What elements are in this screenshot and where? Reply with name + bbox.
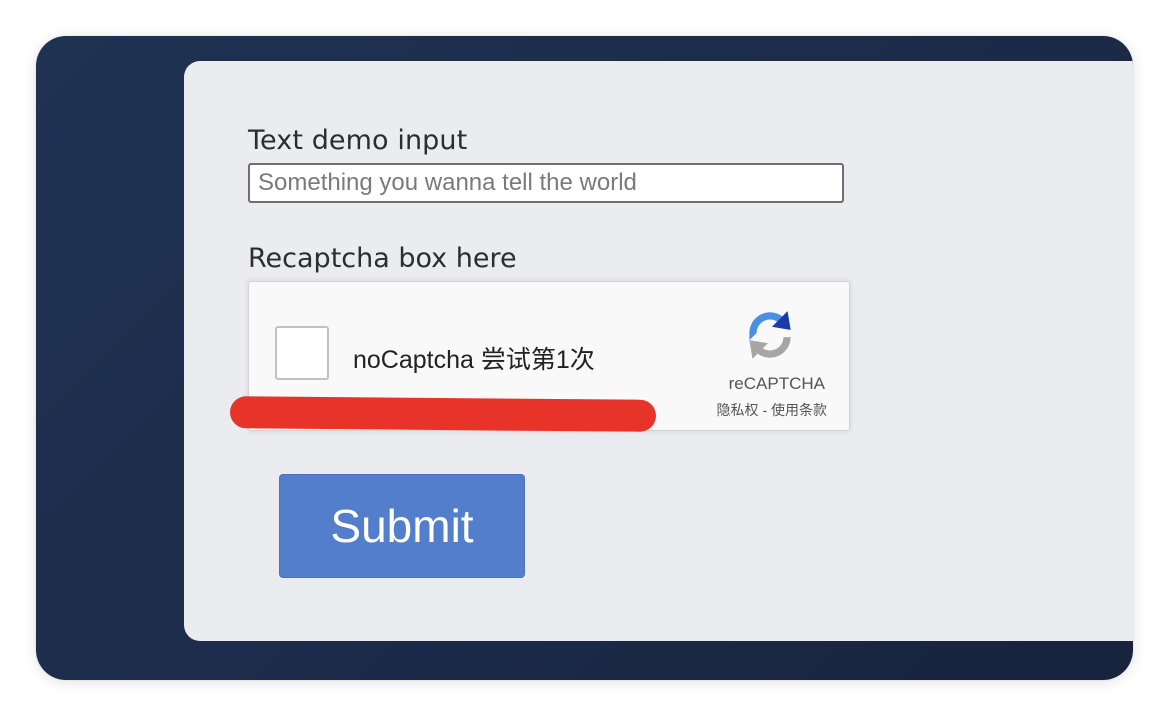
terms-link[interactable]: 使用条款 <box>771 402 827 418</box>
recaptcha-checkbox-label: noCaptcha 尝试第1次 <box>353 346 595 374</box>
privacy-link[interactable]: 隐私权 <box>717 402 759 418</box>
text-input-label: Text demo input <box>248 125 468 156</box>
link-separator: - <box>762 402 768 418</box>
recaptcha-links: 隐私权 - 使用条款 <box>717 400 827 420</box>
recaptcha-logo-icon <box>737 302 803 368</box>
recaptcha-checkbox[interactable] <box>275 326 329 380</box>
submit-button[interactable]: Submit <box>279 474 525 578</box>
form-card: Text demo input Recaptcha box here noCap… <box>184 61 1133 641</box>
red-redaction-mark <box>229 396 657 432</box>
recaptcha-label: Recaptcha box here <box>248 243 517 274</box>
text-demo-input[interactable] <box>248 163 844 203</box>
recaptcha-brand: reCAPTCHA <box>728 374 825 393</box>
window-backdrop: Text demo input Recaptcha box here noCap… <box>36 36 1133 680</box>
